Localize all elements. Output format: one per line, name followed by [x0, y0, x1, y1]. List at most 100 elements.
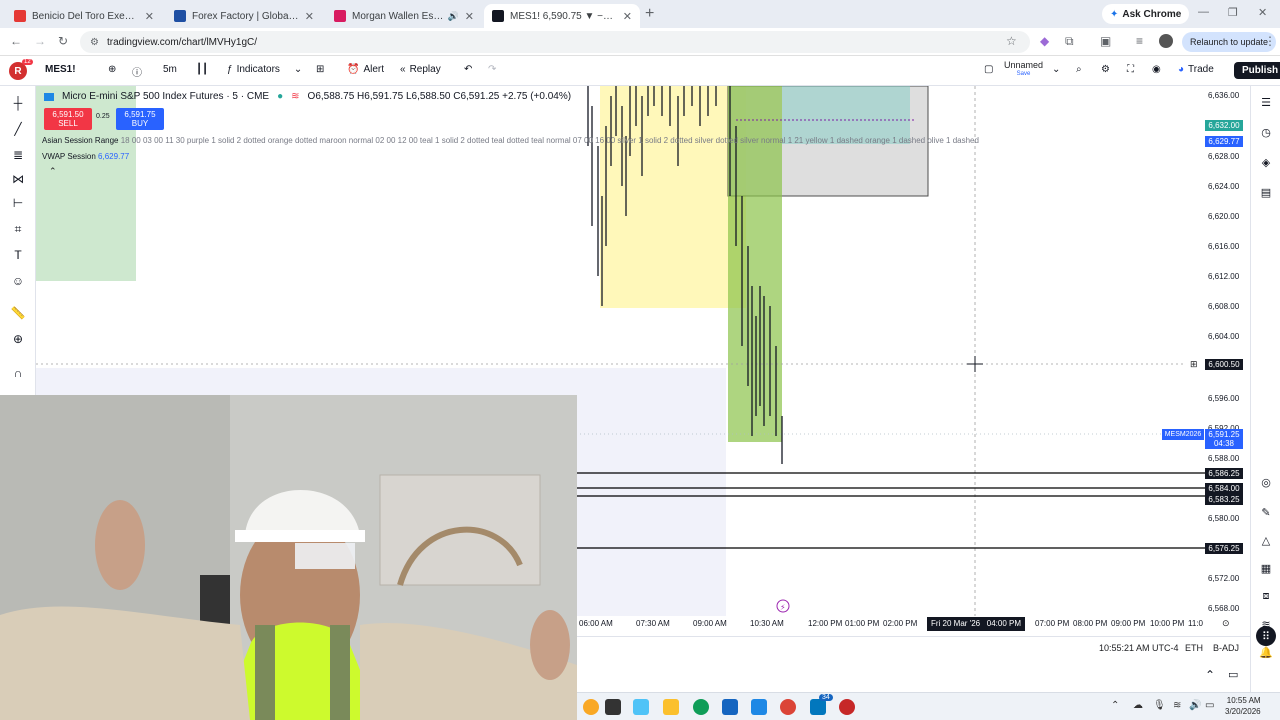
battery-icon[interactable]: ▭	[1205, 700, 1214, 711]
compare-symbol-icon[interactable]: ⊕	[108, 64, 116, 75]
geometric-shapes-icon[interactable]: ⌗	[8, 220, 28, 238]
magnet-icon[interactable]: ∩	[8, 364, 28, 382]
chevron-down-icon[interactable]: ⌄	[294, 64, 302, 75]
trade-button[interactable]: ◕ Trade	[1178, 64, 1214, 75]
close-icon[interactable]: ✕	[623, 10, 632, 23]
browser-tab[interactable]: Benicio Del Toro Executes the C ✕	[6, 4, 162, 28]
indicator-legend-row[interactable]: VWAP Session 6,629.77	[42, 152, 129, 161]
speaker-icon[interactable]: 🔊	[448, 11, 459, 22]
close-icon[interactable]: ✕	[465, 10, 474, 23]
pattern-icon[interactable]: ⋈	[8, 170, 28, 188]
target-icon[interactable]: ◎	[1258, 474, 1274, 490]
app-icon[interactable]	[839, 699, 855, 715]
collapse-legend-icon[interactable]: ⌃	[49, 166, 57, 177]
profile-avatar[interactable]	[1159, 34, 1173, 48]
network-tray-icon[interactable]: ☁	[1133, 700, 1143, 711]
messenger-icon[interactable]	[810, 699, 826, 715]
buy-button[interactable]: 6,591.75 BUY	[116, 108, 164, 130]
info-icon[interactable]: ⓘ	[132, 64, 142, 79]
back-icon[interactable]: ←	[10, 34, 22, 48]
publish-button[interactable]: Publish	[1234, 62, 1280, 79]
site-info-icon[interactable]: ⚙	[90, 37, 99, 48]
system-clock[interactable]: 10:55 AM 3/20/2026	[1225, 695, 1261, 717]
relaunch-button[interactable]: Relaunch to update	[1182, 32, 1277, 52]
extensions-puzzle-icon[interactable]: ⧉	[1065, 34, 1074, 49]
interval-button[interactable]: 5m	[163, 64, 177, 75]
zoom-in-icon[interactable]: ⊕	[8, 330, 28, 348]
copilot-icon[interactable]	[633, 699, 649, 715]
alert-button[interactable]: ⏰ Alert	[347, 64, 384, 75]
layout-grid-icon[interactable]: ⊞	[316, 64, 324, 75]
app-icon[interactable]	[583, 699, 599, 715]
text-tool-icon[interactable]: T	[8, 246, 28, 264]
alerts-clock-icon[interactable]: ◷	[1258, 124, 1274, 140]
chat-icon[interactable]: ▤	[1258, 184, 1274, 200]
close-icon[interactable]: ✕	[305, 10, 314, 23]
wifi-icon[interactable]: ≋	[1173, 700, 1181, 711]
layout-name-button[interactable]: Unnamed Save	[1004, 61, 1043, 79]
browser-tab-active[interactable]: MES1! 6,590.75 ▼ −1.04% Unn ✕	[484, 4, 640, 28]
forecasting-icon[interactable]: ⊢	[8, 194, 28, 212]
menu-kebab-icon[interactable]: ⋮	[1264, 34, 1276, 48]
url-input[interactable]: ⚙ tradingview.com/chart/lMVHy1gC/	[80, 31, 1030, 53]
ask-chrome-button[interactable]: ✦ Ask Chrome	[1102, 4, 1190, 24]
bookmark-star-icon[interactable]: ☆	[1006, 34, 1017, 48]
tray-chevron-icon[interactable]: ⌃	[1111, 700, 1119, 711]
pipeline-icon[interactable]: ⧈	[1258, 588, 1274, 604]
chrome-icon[interactable]	[780, 699, 796, 715]
camera-icon[interactable]: ◉	[1152, 64, 1161, 75]
undo-icon[interactable]: ↶	[464, 64, 472, 75]
emoji-icon[interactable]: ☺	[8, 272, 28, 290]
redo-icon[interactable]: ↷	[488, 64, 496, 75]
extension-icon[interactable]: ◆	[1040, 34, 1049, 48]
symbol-search-button[interactable]: MES1!	[45, 64, 76, 75]
edge-icon[interactable]	[693, 699, 709, 715]
time-axis[interactable]: 06:00 AM 07:30 AM 09:00 AM 10:30 AM 12:00 PM…	[577, 616, 1250, 632]
ruler-icon[interactable]: 📏	[8, 304, 28, 322]
time-axis-settings-icon[interactable]: ⊙	[1222, 618, 1230, 629]
settings-gear-icon[interactable]: ⚙	[1101, 64, 1110, 75]
triangle-icon[interactable]: △	[1258, 532, 1274, 548]
chevron-down-icon[interactable]: ⌄	[1052, 64, 1060, 75]
media-icon[interactable]: ≡	[1136, 34, 1143, 48]
add-alert-plus-icon[interactable]: ⊞	[1190, 359, 1198, 370]
browser-tab[interactable]: Forex Factory | Global markets f ✕	[166, 4, 322, 28]
timezone-clock[interactable]: 10:55:21 AM UTC-4	[1099, 643, 1179, 653]
watchlist-icon[interactable]: ☰	[1258, 94, 1274, 110]
store-icon[interactable]	[722, 699, 738, 715]
volume-icon[interactable]: 🔊	[1189, 700, 1201, 711]
outlook-icon[interactable]	[751, 699, 767, 715]
fullscreen-icon[interactable]: ⛶	[1127, 64, 1134, 75]
replay-button[interactable]: « Replay	[400, 64, 441, 75]
new-tab-button[interactable]: +	[645, 5, 654, 23]
fib-retracement-icon[interactable]: ≣	[8, 146, 28, 164]
terminal-icon[interactable]	[605, 699, 621, 715]
tab-search-icon[interactable]: ▣	[1100, 34, 1111, 48]
file-explorer-icon[interactable]	[663, 699, 679, 715]
forward-icon[interactable]: →	[34, 34, 46, 48]
browser-tab[interactable]: Morgan Wallen Essentials - 🔊 ✕	[326, 4, 482, 28]
search-icon[interactable]: ⌕	[1076, 64, 1082, 75]
chevron-up-icon[interactable]: ⌃	[1205, 668, 1215, 682]
session-toggle[interactable]: ETH	[1185, 643, 1203, 653]
indicators-button[interactable]: ƒ Indicators ⌄	[227, 64, 302, 75]
close-window-icon[interactable]: ✕	[1258, 6, 1267, 19]
maximize-icon[interactable]: ❐	[1228, 6, 1238, 19]
mic-icon[interactable]: 🎙	[1153, 700, 1166, 711]
layers-icon[interactable]: ◈	[1258, 154, 1274, 170]
calendar-icon[interactable]: ▦	[1258, 560, 1274, 576]
apps-grid-icon[interactable]: ⠿	[1256, 626, 1276, 646]
minimize-icon[interactable]: —	[1198, 6, 1209, 18]
pen-icon[interactable]: ✎	[1258, 504, 1274, 520]
chart-type-candles-icon[interactable]: ┃┃	[196, 64, 208, 75]
trend-line-icon[interactable]: ╱	[8, 120, 28, 138]
adjustment-toggle[interactable]: B-ADJ	[1213, 643, 1239, 653]
layout-square-icon[interactable]: ▢	[984, 64, 993, 75]
maximize-panel-icon[interactable]: ▭	[1228, 668, 1238, 681]
sell-button[interactable]: 6,591.50 SELL	[44, 108, 92, 130]
reload-icon[interactable]: ↻	[58, 34, 68, 48]
notification-bell-icon[interactable]: 🔔	[1258, 644, 1274, 660]
indicator-legend-row[interactable]: Asian Session Range 18 00 03 00 11 30 pu…	[42, 136, 979, 145]
crosshair-icon[interactable]: ┼	[8, 94, 28, 112]
close-icon[interactable]: ✕	[145, 10, 154, 23]
